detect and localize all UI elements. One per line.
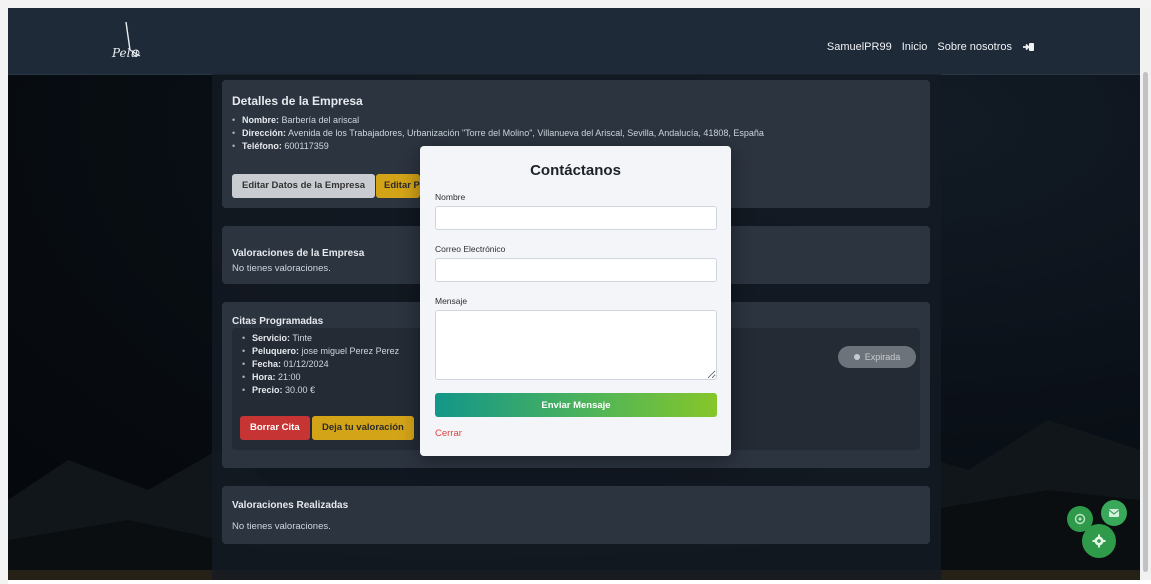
modal-title: Contáctanos: [530, 162, 621, 179]
nav-link-sobre-nosotros[interactable]: Sobre nosotros: [937, 41, 1012, 53]
edit-company-button[interactable]: Editar Datos de la Empresa: [232, 174, 376, 198]
gear-icon: [1092, 534, 1106, 548]
ratings-done-empty: No tienes valoraciones.: [232, 521, 331, 532]
list-item: Nombre: Barbería del ariscal: [232, 114, 922, 127]
status-badge: Expirada: [838, 346, 916, 368]
list-item: Precio: 30.00 €: [242, 384, 399, 397]
list-item: Dirección: Avenida de los Trabajadores, …: [232, 127, 922, 140]
mail-fab-button[interactable]: [1101, 500, 1127, 526]
page-scrollbar[interactable]: [1140, 8, 1151, 580]
company-ratings-title: Valoraciones de la Empresa: [232, 248, 365, 259]
edit-profile-button[interactable]: Editar P: [376, 174, 420, 198]
chat-icon: [1074, 513, 1086, 525]
company-ratings-empty: No tienes valoraciones.: [232, 263, 331, 274]
rate-appointment-button[interactable]: Deja tu valoración: [312, 416, 414, 440]
name-field[interactable]: [435, 206, 717, 230]
scrollbar-thumb[interactable]: [1143, 72, 1148, 572]
navbar: Pelu SamuelPR99 Inicio Sobre nosotros: [8, 8, 1140, 75]
delete-appointment-button[interactable]: Borrar Cita: [240, 416, 310, 440]
browser-top-edge: [0, 0, 1151, 8]
navbar-links: SamuelPR99 Inicio Sobre nosotros: [827, 40, 1036, 54]
name-label: Nombre: [435, 192, 466, 202]
username-link[interactable]: SamuelPR99: [827, 41, 892, 53]
list-item: Fecha: 01/12/2024: [242, 358, 399, 371]
logout-icon[interactable]: [1022, 40, 1036, 54]
send-message-button[interactable]: Enviar Mensaje: [435, 393, 717, 417]
message-label: Mensaje: [435, 296, 468, 306]
list-item: Peluquero: jose miguel Perez Perez: [242, 345, 399, 358]
contact-modal: Contáctanos Nombre Correo Electrónico Me…: [420, 146, 731, 456]
email-label: Correo Electrónico: [435, 244, 506, 254]
ratings-done-title: Valoraciones Realizadas: [232, 500, 349, 511]
close-modal-link[interactable]: Cerrar: [435, 428, 462, 439]
browser-left-edge: [0, 0, 8, 584]
message-textarea[interactable]: [435, 310, 717, 380]
list-item: Servicio: Tinte: [242, 332, 399, 345]
site-logo[interactable]: Pelu: [106, 20, 166, 66]
nav-link-inicio[interactable]: Inicio: [902, 41, 928, 53]
status-badge-label: Expirada: [864, 352, 901, 362]
mail-icon: [1108, 509, 1120, 517]
status-dot-icon: [853, 354, 860, 360]
logo-text: Pelu: [112, 46, 139, 60]
appointments-title: Citas Programadas: [232, 316, 324, 327]
appointment-details: Servicio: Tinte Peluquero: jose miguel P…: [242, 332, 399, 397]
settings-fab-button[interactable]: [1082, 524, 1116, 558]
company-details-title: Detalles de la Empresa: [232, 94, 363, 108]
email-field[interactable]: [435, 258, 717, 282]
ratings-done-card: Valoraciones Realizadas No tienes valora…: [222, 486, 930, 544]
list-item: Hora: 21:00: [242, 371, 399, 384]
